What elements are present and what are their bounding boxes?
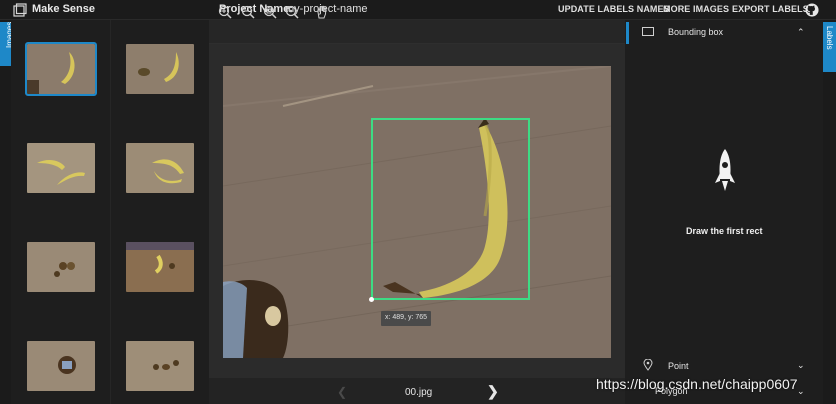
thumbnail-00[interactable] <box>25 42 97 96</box>
rocket-icon <box>715 149 735 191</box>
chevron-down-icon[interactable]: ⌄ <box>797 386 805 397</box>
prev-image-button[interactable]: ❮ <box>337 385 347 399</box>
hand-icon[interactable] <box>314 4 330 20</box>
thumbnail-05[interactable] <box>126 242 194 292</box>
next-image-button[interactable]: ❯ <box>487 383 499 400</box>
export-labels-button[interactable]: EXPORT LABELS <box>732 4 809 14</box>
cursor-coordinates: x: 489, y: 765 <box>381 311 431 326</box>
point-icon <box>643 359 653 371</box>
labels-tab[interactable]: Labels <box>823 22 836 72</box>
thumbnail-01[interactable] <box>126 44 194 94</box>
zoom-fit-icon[interactable] <box>262 4 278 20</box>
bounding-box-section-title[interactable]: Bounding box <box>668 27 723 37</box>
editor-toolbar <box>209 20 625 44</box>
active-section-indicator <box>626 22 629 44</box>
zoom-out-icon[interactable] <box>240 4 256 20</box>
logo-icon <box>13 3 27 17</box>
zoom-in-icon[interactable] <box>217 4 233 20</box>
github-icon[interactable] <box>805 3 819 17</box>
app-title: Make Sense <box>32 3 95 15</box>
current-filename: 00.jpg <box>405 387 433 398</box>
images-tab[interactable]: Images <box>0 22 14 66</box>
more-images-button[interactable]: MORE IMAGES <box>663 4 729 14</box>
thumbnail-04[interactable] <box>27 242 95 292</box>
zoom-reset-icon[interactable] <box>284 4 300 20</box>
chevron-down-icon[interactable]: ⌄ <box>797 360 805 371</box>
thumbnail-06[interactable] <box>27 341 95 391</box>
bounding-box-icon <box>642 27 654 36</box>
labels-tab-label: Labels <box>825 26 834 50</box>
thumbnail-02[interactable] <box>27 143 95 193</box>
thumbnail-divider <box>110 20 111 404</box>
bbox-anchor-point[interactable] <box>369 297 374 302</box>
labels-panel <box>625 20 823 404</box>
chevron-up-icon[interactable]: ⌃ <box>797 27 805 38</box>
left-sidebar <box>0 20 11 404</box>
watermark-text: https://blog.csdn.net/chaipp0607 <box>596 376 798 392</box>
thumbnail-07[interactable] <box>126 341 194 391</box>
thumbnail-03[interactable] <box>126 143 194 193</box>
right-sidebar <box>823 20 836 404</box>
bounding-box[interactable] <box>371 118 530 300</box>
update-labels-button[interactable]: UPDATE LABELS NAMES <box>558 4 670 14</box>
point-section-title[interactable]: Point <box>668 361 689 371</box>
empty-labels-message: Draw the first rect <box>686 226 763 236</box>
